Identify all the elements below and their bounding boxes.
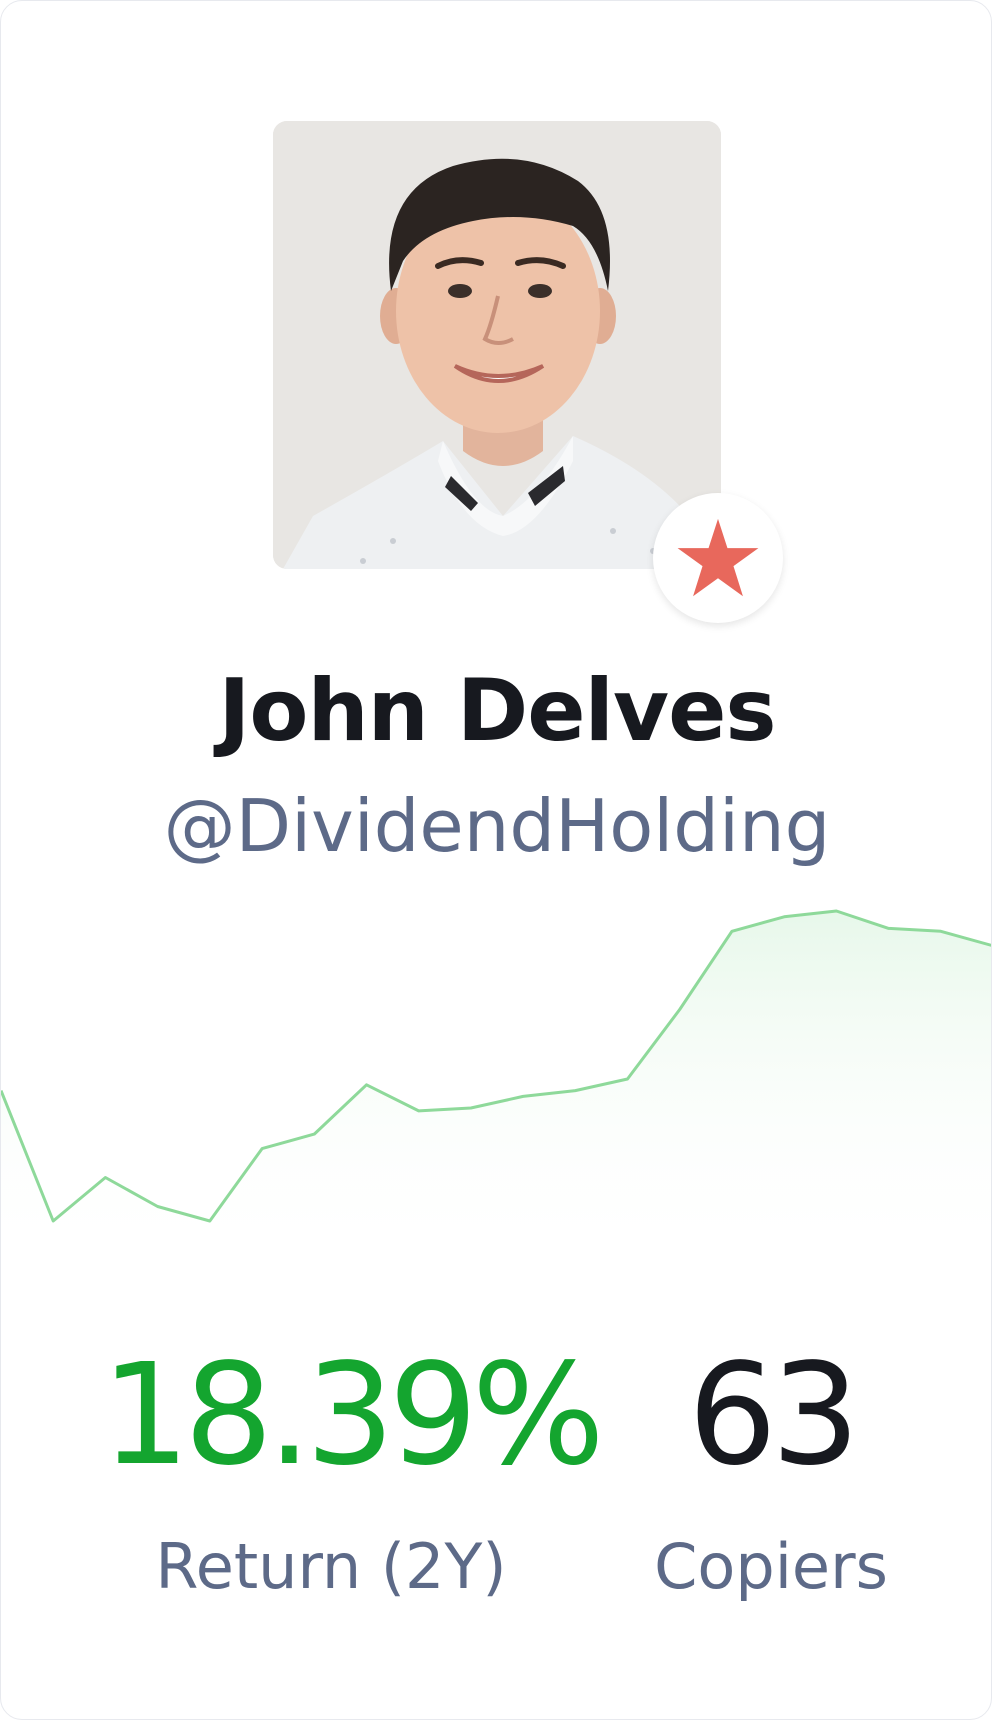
chart-area-fill (1, 911, 991, 1261)
return-stat: 18.39% Return (2Y) (101, 1334, 605, 1607)
copiers-stat: 63 Copiers (621, 1341, 921, 1607)
avatar-photo (273, 121, 721, 569)
return-value: 18.39% (101, 1334, 605, 1497)
performance-chart (1, 909, 991, 1261)
trader-name[interactable]: John Delves (1, 661, 991, 761)
avatar[interactable] (273, 121, 721, 569)
return-label: Return (2Y) (155, 1530, 507, 1603)
trader-card[interactable]: John Delves @DividendHolding 18.39% Retu… (0, 0, 992, 1720)
popular-investor-badge (653, 493, 783, 623)
avatar-container (273, 121, 783, 623)
copiers-label: Copiers (654, 1530, 888, 1603)
copiers-value: 63 (687, 1334, 860, 1497)
trader-handle[interactable]: @DividendHolding (1, 781, 991, 871)
star-icon (677, 518, 759, 597)
